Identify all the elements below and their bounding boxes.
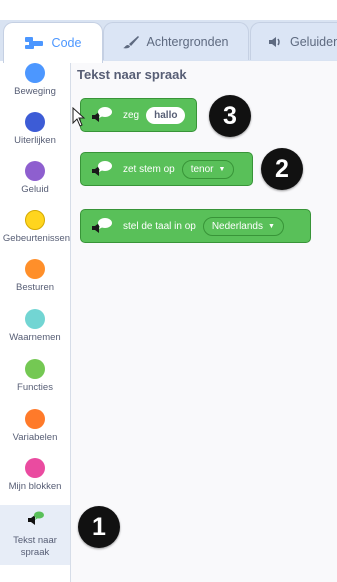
category-dot-icon [25, 63, 45, 83]
category-events[interactable]: Gebeurtenissen [0, 210, 70, 260]
category-dot-icon [25, 458, 45, 478]
block-text: zet stem op [123, 163, 175, 175]
callout-badge-1: 1 [78, 506, 120, 548]
tab-sounds[interactable]: Geluiden [250, 22, 337, 60]
category-dot-icon [25, 259, 45, 279]
set-language-block[interactable]: stel de taal in op Nederlands ▼ [80, 209, 311, 243]
speaker-bubble-icon [91, 160, 113, 178]
category-label: Tekst naar spraak [13, 535, 57, 558]
category-operators[interactable]: Functies [0, 359, 70, 409]
tab-backdrops[interactable]: Achtergronden [103, 22, 249, 60]
block-palette [71, 61, 337, 582]
editor-tab-bar: Code Achtergronden Geluiden [0, 0, 337, 63]
category-label: Mijn blokken [8, 481, 62, 492]
code-icon [24, 36, 45, 50]
tab-backdrops-label: Achtergronden [146, 34, 229, 49]
category-sound[interactable]: Geluid [0, 161, 70, 211]
language-dropdown-value: Nederlands [211, 220, 263, 232]
category-dot-icon [25, 359, 45, 379]
voice-dropdown[interactable]: tenor ▼ [181, 159, 235, 179]
language-dropdown[interactable]: Nederlands ▼ [202, 216, 284, 236]
callout-badge-3: 3 [209, 95, 251, 137]
set-voice-block[interactable]: zet stem op tenor ▼ [80, 152, 253, 186]
category-looks[interactable]: Uiterlijken [0, 112, 70, 162]
tab-sounds-label: Geluiden [290, 34, 337, 49]
text-to-speech-icon [26, 511, 44, 532]
category-label: Functies [17, 382, 53, 393]
category-dot-icon [25, 112, 45, 132]
category-label: Besturen [15, 282, 55, 293]
category-variables[interactable]: Variabelen [0, 409, 70, 459]
callout-badge-2: 2 [261, 148, 303, 190]
block-text: stel de taal in op [123, 220, 196, 232]
category-dot-icon [25, 309, 45, 329]
voice-dropdown-value: tenor [190, 163, 214, 175]
category-label: Gebeurtenissen [2, 233, 70, 244]
speaker-bubble-icon [91, 106, 113, 124]
category-label: Uiterlijken [14, 135, 56, 146]
category-label: Geluid [21, 184, 49, 195]
category-control[interactable]: Besturen [0, 259, 70, 309]
category-sidebar: Beweging Uiterlijken Geluid Gebeurteniss… [0, 61, 71, 582]
category-label: Waarnemen [9, 332, 61, 343]
speaker-bubble-icon [91, 217, 113, 235]
tab-code-label: Code [51, 36, 82, 50]
speak-block[interactable]: zeg hallo [80, 98, 197, 132]
speaker-icon [269, 36, 283, 48]
category-dot-icon [25, 161, 45, 181]
caret-down-icon: ▼ [267, 222, 275, 230]
category-sensing[interactable]: Waarnemen [0, 309, 70, 359]
category-text-to-speech[interactable]: Tekst naar spraak [0, 505, 70, 565]
caret-down-icon: ▼ [218, 165, 226, 173]
paintbrush-icon [123, 35, 140, 49]
palette-title: Tekst naar spraak [77, 67, 187, 82]
category-my-blocks[interactable]: Mijn blokken [0, 458, 70, 508]
block-text: zeg [123, 109, 140, 121]
category-label: Beweging [14, 86, 56, 97]
category-dot-icon [25, 409, 45, 429]
category-dot-icon [25, 210, 45, 230]
category-motion[interactable]: Beweging [0, 63, 70, 113]
tab-code[interactable]: Code [3, 22, 103, 63]
speak-text-input[interactable]: hallo [146, 106, 186, 124]
mouse-pointer-icon [72, 106, 86, 132]
category-label: Variabelen [12, 432, 58, 443]
